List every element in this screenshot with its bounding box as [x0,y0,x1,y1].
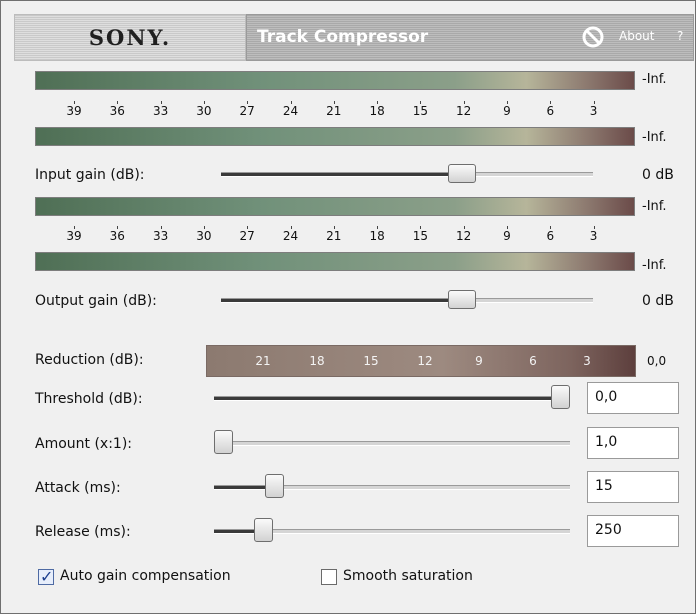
output-meter-right-peak: -Inf. [642,258,667,273]
meter-scale-tick: 3 [579,226,609,243]
attack-slider[interactable] [264,474,284,498]
reduction-value: 0,0 [647,354,667,368]
plugin-title: Track Compressor [257,27,429,47]
reduction-scale-tick: 9 [475,354,483,368]
meter-scale-tick: 21 [319,226,349,243]
reduction-scale-tick: 3 [583,354,591,368]
output-meter-left [35,197,635,216]
plugin-body: SONY. Track Compressor About ? -Inf. 39 3… [8,8,694,604]
meter-scale-tick: 12 [449,101,479,118]
reduction-scale-tick: 15 [363,354,379,368]
meter-scale-tick: 3 [579,101,609,118]
release-label: Release (ms): [35,524,131,540]
meter-scale-tick: 9 [492,226,522,243]
meter-scale-tick: 27 [232,101,262,118]
brand-text: SONY. [88,25,172,50]
reduction-label: Reduction (dB): [35,352,144,368]
reduction-scale-tick: 12 [417,354,433,368]
meter-scale-tick: 36 [102,226,132,243]
threshold-slider[interactable] [551,385,570,409]
meter-scale-tick: 6 [535,226,565,243]
meter-scale-tick: 21 [319,101,349,118]
release-fill [214,530,255,533]
plugin-window: SONY. Track Compressor About ? -Inf. 39 3… [0,0,696,614]
input-meter-scale: 39 36 33 30 27 24 21 18 15 12 9 6 3 [8,101,688,126]
amount-track[interactable] [214,441,570,446]
input-gain-fill [221,173,449,176]
input-gain-label: Input gain (dB): [35,167,145,183]
amount-input[interactable]: 1,0 [587,427,679,459]
attack-input[interactable]: 15 [587,471,679,503]
meter-scale-tick: 33 [146,226,176,243]
output-gain-label: Output gain (dB): [35,293,157,309]
meter-scale-tick: 24 [276,226,306,243]
input-meter-right-peak: -Inf. [642,130,667,145]
threshold-fill [214,397,551,400]
meter-scale-tick: 6 [535,101,565,118]
meter-scale-tick: 39 [59,101,89,118]
meter-scale-tick: 18 [362,101,392,118]
meter-scale-tick: 33 [146,101,176,118]
input-gain-slider[interactable] [448,164,477,183]
meter-scale-tick: 30 [189,226,219,243]
meter-scale-tick: 27 [232,226,262,243]
meter-scale-tick: 9 [492,101,522,118]
meter-scale-tick: 24 [276,101,306,118]
input-gain-value: 0 dB [642,167,674,183]
meter-scale-tick: 39 [59,226,89,243]
smooth-saturation-checkbox[interactable] [321,569,337,585]
release-slider[interactable] [254,518,274,542]
title-bar: Track Compressor About ? [246,14,694,61]
reduction-scale-tick: 6 [529,354,537,368]
input-meter-left-peak: -Inf. [642,72,667,87]
input-meter-left [35,71,635,90]
reduction-scale-tick: 21 [255,354,271,368]
input-meter-right [35,127,635,146]
about-link[interactable]: About [619,29,654,43]
amount-label: Amount (x:1): [35,436,133,452]
meter-scale-tick: 15 [405,226,435,243]
output-meter-scale: 39 36 33 30 27 24 21 18 15 12 9 6 3 [8,226,688,251]
bypass-icon[interactable] [580,24,606,50]
sony-logo: SONY. [14,14,246,61]
output-meter-right [35,252,635,271]
output-gain-value: 0 dB [642,293,674,309]
threshold-input[interactable]: 0,0 [587,382,679,414]
output-gain-slider[interactable] [448,290,477,309]
attack-fill [214,486,265,489]
output-gain-fill [221,299,449,302]
smooth-saturation-label[interactable]: Smooth saturation [343,568,473,584]
auto-gain-checkbox[interactable] [38,567,54,586]
threshold-label: Threshold (dB): [35,391,143,407]
output-meter-left-peak: -Inf. [642,199,667,214]
meter-scale-tick: 30 [189,101,219,118]
release-input[interactable]: 250 [587,515,679,547]
meter-scale-tick: 18 [362,226,392,243]
help-button[interactable]: ? [677,29,683,43]
meter-scale-tick: 12 [449,226,479,243]
auto-gain-label[interactable]: Auto gain compensation [60,568,231,584]
attack-label: Attack (ms): [35,480,121,496]
amount-slider[interactable] [214,430,233,454]
reduction-meter: 21 18 15 12 9 6 3 [206,345,636,377]
meter-scale-tick: 36 [102,101,132,118]
meter-scale-tick: 15 [405,101,435,118]
reduction-scale-tick: 18 [309,354,325,368]
